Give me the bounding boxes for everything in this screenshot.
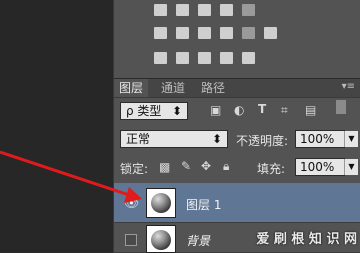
adjustments-panel bbox=[113, 0, 360, 78]
adjustments-row-2 bbox=[154, 27, 277, 39]
fill-label: 填充: bbox=[257, 162, 286, 176]
lock-label: 锁定: bbox=[120, 162, 149, 176]
lock-all-icon[interactable]: 🔒︎ bbox=[223, 159, 229, 174]
tab-layers[interactable]: 图层 bbox=[114, 79, 149, 97]
color-lookup-icon[interactable] bbox=[264, 27, 277, 39]
selective-color-icon[interactable] bbox=[242, 52, 255, 64]
tab-paths[interactable]: 路径 bbox=[196, 79, 230, 97]
document-canvas[interactable] bbox=[0, 0, 113, 252]
lock-transparent-icon[interactable]: ▩ bbox=[159, 160, 170, 174]
levels-icon[interactable] bbox=[176, 4, 189, 16]
opacity-label: 不透明度: bbox=[236, 134, 289, 148]
color-balance-icon[interactable] bbox=[176, 27, 189, 39]
curves-icon[interactable] bbox=[198, 4, 211, 16]
shape-filter-icon[interactable]: ⌗ bbox=[281, 103, 288, 118]
gradient-map-icon[interactable] bbox=[220, 52, 233, 64]
vibrance-icon[interactable] bbox=[242, 4, 255, 16]
chevron-down-icon[interactable]: ▼ bbox=[344, 159, 358, 175]
photo-filter-icon[interactable] bbox=[220, 27, 233, 39]
filter-toggle-icon[interactable] bbox=[336, 100, 346, 114]
invert-icon[interactable] bbox=[154, 52, 167, 64]
exposure-icon[interactable] bbox=[220, 4, 233, 16]
layers-panel: 图层 通道 路径 ▾≡ ρ 类型 ⬍ ▣ ◐ T ⌗ ▤ 正常 ⬍ 不透明度: … bbox=[113, 78, 360, 253]
black-white-icon[interactable] bbox=[198, 27, 211, 39]
posterize-icon[interactable] bbox=[176, 52, 189, 64]
filter-kind-label: ρ 类型 bbox=[126, 104, 162, 118]
adjustment-filter-icon[interactable]: ◐ bbox=[234, 103, 244, 117]
smart-object-filter-icon[interactable]: ▤ bbox=[305, 103, 316, 117]
adjustments-row-3 bbox=[154, 52, 255, 64]
blend-mode-label: 正常 bbox=[126, 132, 151, 146]
visibility-checkbox[interactable] bbox=[125, 234, 137, 246]
channel-mixer-icon[interactable] bbox=[242, 27, 255, 39]
fill-input[interactable]: 100% ▼ bbox=[295, 158, 358, 176]
chevron-updown-icon: ⬍ bbox=[211, 132, 222, 146]
lock-position-icon[interactable]: ✥ bbox=[201, 159, 211, 173]
watermark-text: 爱 刷 根 知 识 网 bbox=[256, 232, 357, 247]
tab-channels[interactable]: 通道 bbox=[156, 79, 190, 97]
chevron-down-icon[interactable]: ▼ bbox=[344, 131, 358, 147]
adjustments-row-1 bbox=[154, 4, 255, 16]
brightness-icon[interactable] bbox=[154, 4, 167, 16]
sphere-image bbox=[151, 230, 171, 250]
opacity-input[interactable]: 100% ▼ bbox=[295, 130, 358, 148]
blend-mode-select[interactable]: 正常 ⬍ bbox=[120, 130, 228, 148]
layer-thumbnail bbox=[146, 225, 176, 253]
opacity-value: 100% bbox=[300, 132, 335, 146]
layer-name[interactable]: 背景 bbox=[186, 232, 210, 249]
layer-row-layer1[interactable]: 👁︎ 图层 1 bbox=[114, 183, 360, 223]
sphere-image bbox=[151, 193, 171, 213]
fill-value: 100% bbox=[300, 160, 335, 174]
lock-image-icon[interactable]: ✎ bbox=[181, 159, 191, 173]
panel-tabs: 图层 通道 路径 ▾≡ bbox=[114, 79, 360, 98]
hue-saturation-icon[interactable] bbox=[154, 27, 167, 39]
layer-name[interactable]: 图层 1 bbox=[186, 196, 221, 213]
eye-visibility-icon[interactable]: 👁︎ bbox=[124, 196, 139, 210]
filter-kind-select[interactable]: ρ 类型 ⬍ bbox=[120, 102, 188, 120]
panel-menu-icon[interactable]: ▾≡ bbox=[342, 81, 355, 92]
layer-thumbnail bbox=[146, 188, 176, 218]
type-filter-icon[interactable]: T bbox=[258, 102, 266, 116]
chevron-updown-icon: ⬍ bbox=[171, 104, 182, 118]
pixel-filter-icon[interactable]: ▣ bbox=[210, 103, 221, 117]
threshold-icon[interactable] bbox=[198, 52, 211, 64]
